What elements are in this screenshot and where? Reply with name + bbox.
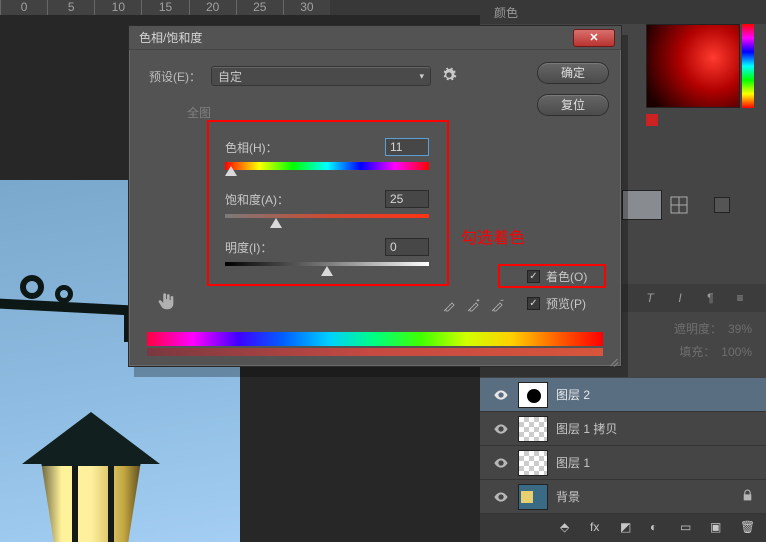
color-field[interactable] (646, 24, 740, 108)
layers-panel: 图层 2 图层 1 拷贝 图层 1 背景 (480, 378, 766, 514)
colorize-checkbox[interactable]: 着色(O) (527, 268, 587, 285)
colorize-label: 着色(O) (546, 268, 587, 285)
layer-row[interactable]: 图层 1 拷贝 (480, 412, 766, 446)
preset-select[interactable]: 自定 ▾ (211, 66, 431, 86)
layer-name[interactable]: 背景 (556, 488, 580, 505)
ruler-tick: 10 (94, 0, 141, 15)
dialog-title: 色相/饱和度 (135, 29, 202, 46)
layer-name[interactable]: 图层 2 (556, 386, 590, 403)
lightness-label: 明度(I)： (225, 239, 272, 256)
layer-name[interactable]: 图层 1 (556, 454, 590, 471)
opacity-label: 遮明度： (674, 320, 722, 337)
lamp-body-shape (32, 464, 150, 542)
saturation-input[interactable]: 25 (385, 190, 429, 208)
fill-value[interactable]: 100% (721, 345, 752, 359)
navigator-thumbnail[interactable] (622, 190, 662, 220)
ruler-tick: 30 (283, 0, 330, 15)
lightness-slider[interactable] (225, 262, 429, 266)
trash-icon[interactable]: 🗑 (740, 520, 756, 536)
horizontal-ruler: 0 5 10 15 20 25 30 (0, 0, 330, 15)
ruler-tick: 0 (0, 0, 47, 15)
hue-row: 色相(H)： 11 (225, 138, 429, 170)
slider-handle[interactable] (225, 166, 237, 176)
reset-button[interactable]: 复位 (537, 94, 609, 116)
spectrum-bar-bottom (147, 348, 603, 356)
preview-checkbox[interactable]: 预览(P) (527, 295, 587, 312)
saturation-label: 饱和度(A)： (225, 191, 289, 208)
hue-saturation-dialog: 色相/饱和度 ✕ 预设(E)： 自定 ▾ 确定 复位 全图 色相(H)： 11 (128, 25, 622, 367)
ok-button[interactable]: 确定 (537, 62, 609, 84)
link-layers-icon[interactable]: ⬘ (560, 520, 576, 536)
layer-thumbnail[interactable] (518, 382, 548, 408)
hue-label: 色相(H)： (225, 139, 278, 156)
saturation-slider[interactable] (225, 214, 429, 218)
fill-label: 填充： (679, 343, 715, 360)
eyedropper-icon[interactable] (441, 296, 459, 314)
resize-grip-icon[interactable] (607, 354, 619, 366)
layer-ops-bar: ⬘ fx ◩ ◐ ▭ ▣ 🗑 (480, 514, 766, 542)
checkbox-icon (527, 270, 540, 283)
adjustment-layer-icon[interactable]: ◐ (650, 520, 666, 536)
dialog-titlebar[interactable]: 色相/饱和度 ✕ (129, 26, 621, 50)
lightness-input[interactable]: 0 (385, 238, 429, 256)
annotation-text: 勾选着色 (461, 224, 525, 248)
ruler-tick: 5 (47, 0, 94, 15)
visibility-eye-icon[interactable] (492, 454, 510, 472)
mini-swatch[interactable] (714, 197, 730, 213)
type-tool-icon[interactable]: T (642, 290, 658, 306)
layer-row[interactable]: 图层 2 (480, 378, 766, 412)
ruler-tick: 25 (236, 0, 283, 15)
checkbox-icon (527, 297, 540, 310)
opacity-value[interactable]: 39% (728, 322, 752, 336)
new-layer-icon[interactable]: ▣ (710, 520, 726, 536)
lamp-cap-shape (22, 412, 160, 464)
preset-label: 预设(E)： (149, 68, 201, 85)
visibility-eye-icon[interactable] (492, 420, 510, 438)
sliders: 色相(H)： 11 饱和度(A)： 25 明度(I)： (225, 138, 429, 266)
visibility-eye-icon[interactable] (492, 488, 510, 506)
layer-row[interactable]: 图层 1 (480, 446, 766, 480)
chevron-down-icon: ▾ (419, 71, 424, 82)
tab-color[interactable]: 颜色 (494, 4, 518, 21)
preview-label: 预览(P) (546, 295, 586, 312)
layer-thumbnail[interactable] (518, 484, 548, 510)
char-option-icon[interactable]: ≡ (732, 290, 748, 306)
eyedropper-subtract-icon[interactable] (489, 296, 507, 314)
grid-icon[interactable] (670, 196, 688, 214)
layer-thumbnail[interactable] (518, 416, 548, 442)
scrubby-hand-icon[interactable] (155, 290, 179, 314)
layer-name[interactable]: 图层 1 拷贝 (556, 420, 617, 437)
layer-style-icon[interactable]: fx (590, 520, 606, 536)
italic-icon[interactable]: I (672, 290, 688, 306)
ruler-tick: 20 (189, 0, 236, 15)
char-option-icon[interactable]: ¶ (702, 290, 718, 306)
close-button[interactable]: ✕ (573, 29, 615, 47)
lamp-scroll (55, 285, 73, 303)
slider-handle[interactable] (321, 266, 333, 276)
layer-thumbnail[interactable] (518, 450, 548, 476)
saturation-row: 饱和度(A)： 25 (225, 190, 429, 218)
gear-icon[interactable] (441, 67, 459, 85)
lock-icon[interactable] (741, 489, 754, 505)
slider-handle[interactable] (270, 218, 282, 228)
group-icon[interactable]: ▭ (680, 520, 696, 536)
eyedropper-group (441, 296, 507, 314)
eyedropper-add-icon[interactable] (465, 296, 483, 314)
ruler-tick: 15 (141, 0, 188, 15)
hue-slider[interactable] (225, 162, 429, 170)
lightness-row: 明度(I)： 0 (225, 238, 429, 266)
current-swatch[interactable] (646, 114, 658, 126)
color-picker-panel (646, 24, 740, 108)
hue-strip[interactable] (742, 24, 754, 108)
lamp-scroll (20, 275, 44, 299)
visibility-eye-icon[interactable] (492, 386, 510, 404)
preset-value: 自定 (218, 68, 242, 85)
hue-input[interactable]: 11 (385, 138, 429, 156)
layer-mask-icon[interactable]: ◩ (620, 520, 636, 536)
spectrum-bar-top (147, 332, 603, 346)
panel-tabstrip: 颜色 (480, 0, 766, 24)
layer-row[interactable]: 背景 (480, 480, 766, 514)
